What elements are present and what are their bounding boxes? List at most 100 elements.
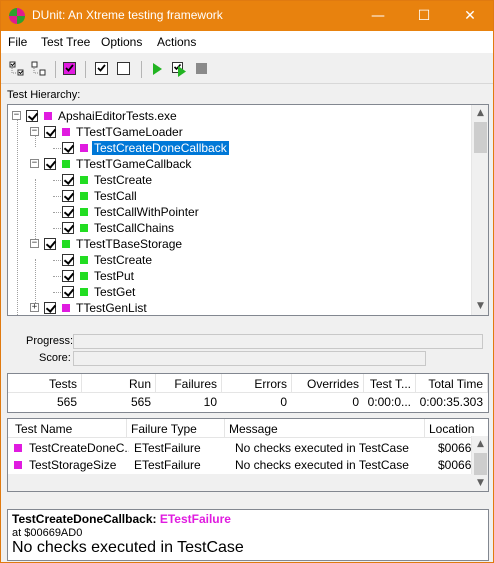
- tree-node[interactable]: TestPut: [8, 268, 470, 284]
- tree-node-label[interactable]: TestCreate: [92, 173, 154, 187]
- failure-status-icon: [14, 444, 22, 452]
- tree-node-label[interactable]: TestCall: [92, 189, 139, 203]
- stats-header-cell[interactable]: Tests: [8, 377, 77, 391]
- collapse-icon[interactable]: −: [30, 127, 39, 136]
- menu-bar: File Test Tree Options Actions: [1, 31, 493, 53]
- tree-node-label[interactable]: TestCreateDoneCallback: [91, 140, 230, 156]
- failure-list-header-cell[interactable]: Failure Type: [131, 422, 197, 436]
- tree-node-checkbox[interactable]: [62, 270, 74, 282]
- maximize-button[interactable]: ☐: [401, 1, 447, 31]
- tree-node[interactable]: TestGet: [8, 284, 470, 300]
- tree-node-label[interactable]: TestGet: [92, 285, 137, 299]
- scroll-up-arrow-icon[interactable]: ▲: [472, 436, 488, 453]
- stats-header-cell[interactable]: Run: [82, 377, 151, 391]
- app-window: DUnit: An Xtreme testing framework — ☐ ✕…: [0, 0, 494, 563]
- tree-node[interactable]: TestCreate: [8, 172, 470, 188]
- stats-header-cell[interactable]: Test T...: [364, 377, 411, 391]
- tree-node-label[interactable]: TestCallWithPointer: [92, 205, 201, 219]
- stats-value-cell: 0: [280, 395, 287, 409]
- status-indicator-icon: [80, 272, 88, 280]
- tree-node-label[interactable]: TestPut: [92, 269, 136, 283]
- failure-message-cell: No checks executed in TestCase: [235, 458, 409, 472]
- test-hierarchy-tree[interactable]: ▲ ▼ − ApshaiEditorTests.exe − TTestTGameLoa…: [7, 104, 489, 316]
- stats-header-cell[interactable]: Errors: [222, 377, 287, 391]
- tree-node-checkbox[interactable]: [44, 302, 56, 314]
- failure-list-header-cell[interactable]: Location: [429, 422, 474, 436]
- failure-list-scroll-thumb[interactable]: [474, 453, 487, 475]
- failure-row[interactable]: TestStorageSize ETestFailure No checks exe…: [8, 456, 472, 473]
- tree-node[interactable]: − TTestTBaseStorage: [8, 236, 470, 252]
- column-divider: [424, 419, 425, 438]
- status-indicator-icon: [80, 208, 88, 216]
- check-icon[interactable]: [94, 61, 110, 77]
- tree-vertical-scrollbar[interactable]: ▲ ▼: [471, 105, 488, 315]
- expand-icon[interactable]: +: [30, 303, 39, 312]
- status-indicator-icon: [80, 144, 88, 152]
- deselect-all-icon[interactable]: [31, 61, 47, 77]
- title-bar[interactable]: DUnit: An Xtreme testing framework — ☐ ✕: [1, 1, 493, 31]
- tree-scroll-thumb[interactable]: [474, 122, 487, 153]
- failure-type-cell: ETestFailure: [134, 458, 201, 472]
- failure-list-header-cell[interactable]: Message: [229, 422, 278, 436]
- tree-node[interactable]: TestCreateDoneCallback: [8, 140, 470, 156]
- tree-node-label[interactable]: TestCallChains: [92, 221, 176, 235]
- menu-actions[interactable]: Actions: [157, 35, 196, 49]
- run-selected-icon[interactable]: [171, 61, 187, 77]
- failure-list-header: Test Name Failure Type Message Location: [8, 419, 488, 438]
- scroll-down-arrow-icon[interactable]: ▼: [472, 298, 488, 315]
- run-icon[interactable]: [149, 61, 165, 77]
- collapse-icon[interactable]: −: [30, 239, 39, 248]
- toolbar: [1, 54, 493, 84]
- failure-list-vertical-scrollbar[interactable]: ▲ ▼: [471, 436, 488, 491]
- menu-options[interactable]: Options: [101, 35, 142, 49]
- stats-header-cell[interactable]: Overrides: [292, 377, 359, 391]
- failure-list-header-cell[interactable]: Test Name: [15, 422, 72, 436]
- tree-node[interactable]: − ApshaiEditorTests.exe: [8, 108, 470, 124]
- failure-list[interactable]: Test Name Failure Type Message Location Tes…: [7, 418, 489, 492]
- failure-list-horizontal-scrollbar[interactable]: [8, 474, 472, 491]
- tree-node-checkbox[interactable]: [62, 142, 74, 154]
- tree-node-checkbox[interactable]: [44, 158, 56, 170]
- tree-node-label[interactable]: TTestTGameLoader: [74, 125, 185, 139]
- collapse-icon[interactable]: −: [30, 159, 39, 168]
- tree-node-checkbox[interactable]: [44, 238, 56, 250]
- tree-node[interactable]: − TTestTGameCallback: [8, 156, 470, 172]
- tree-node-checkbox[interactable]: [62, 174, 74, 186]
- scroll-up-arrow-icon[interactable]: ▲: [472, 105, 488, 122]
- tree-node-checkbox[interactable]: [62, 190, 74, 202]
- tree-node-checkbox[interactable]: [62, 206, 74, 218]
- uncheck-icon[interactable]: [116, 61, 132, 77]
- tree-node-checkbox[interactable]: [44, 126, 56, 138]
- collapse-icon[interactable]: −: [12, 111, 21, 120]
- tree-node-label[interactable]: TestCreate: [92, 253, 154, 267]
- tree-node[interactable]: TestCreate: [8, 252, 470, 268]
- tree-node-label[interactable]: TTestGenList: [74, 301, 149, 315]
- tree-node-label[interactable]: TTestTGameCallback: [74, 157, 193, 171]
- tree-node-checkbox[interactable]: [26, 110, 38, 122]
- failure-location-cell: $00661: [438, 458, 472, 472]
- tree-node[interactable]: TestCallWithPointer: [8, 204, 470, 220]
- tree-node-label[interactable]: TTestTBaseStorage: [74, 237, 184, 251]
- tree-node[interactable]: TestCall: [8, 188, 470, 204]
- progress-panel: Progress: Score:: [7, 327, 489, 369]
- tree-node[interactable]: − TTestTGameLoader: [8, 124, 470, 140]
- stop-icon[interactable]: [194, 61, 210, 77]
- tree-node[interactable]: + TTestGenList: [8, 300, 470, 315]
- menu-file[interactable]: File: [8, 35, 27, 49]
- stats-header-cell[interactable]: Failures: [156, 377, 217, 391]
- tree-node[interactable]: TestCallChains: [8, 220, 470, 236]
- tree-node-label[interactable]: ApshaiEditorTests.exe: [56, 109, 179, 123]
- select-all-icon[interactable]: [9, 61, 25, 77]
- stats-header-cell[interactable]: Total Time: [416, 377, 483, 391]
- close-button[interactable]: ✕: [447, 1, 493, 31]
- tree-node-checkbox[interactable]: [62, 254, 74, 266]
- failure-status-icon: [14, 461, 22, 469]
- select-failed-icon[interactable]: [62, 61, 78, 77]
- menu-test-tree[interactable]: Test Tree: [41, 35, 90, 49]
- tree-node-checkbox[interactable]: [62, 222, 74, 234]
- minimize-button[interactable]: —: [355, 1, 401, 31]
- failure-row[interactable]: TestCreateDoneC... ETestFailure No checks …: [8, 439, 472, 456]
- detail-message: No checks executed in TestCase: [12, 539, 244, 556]
- tree-node-checkbox[interactable]: [62, 286, 74, 298]
- scroll-down-arrow-icon[interactable]: ▼: [472, 475, 488, 491]
